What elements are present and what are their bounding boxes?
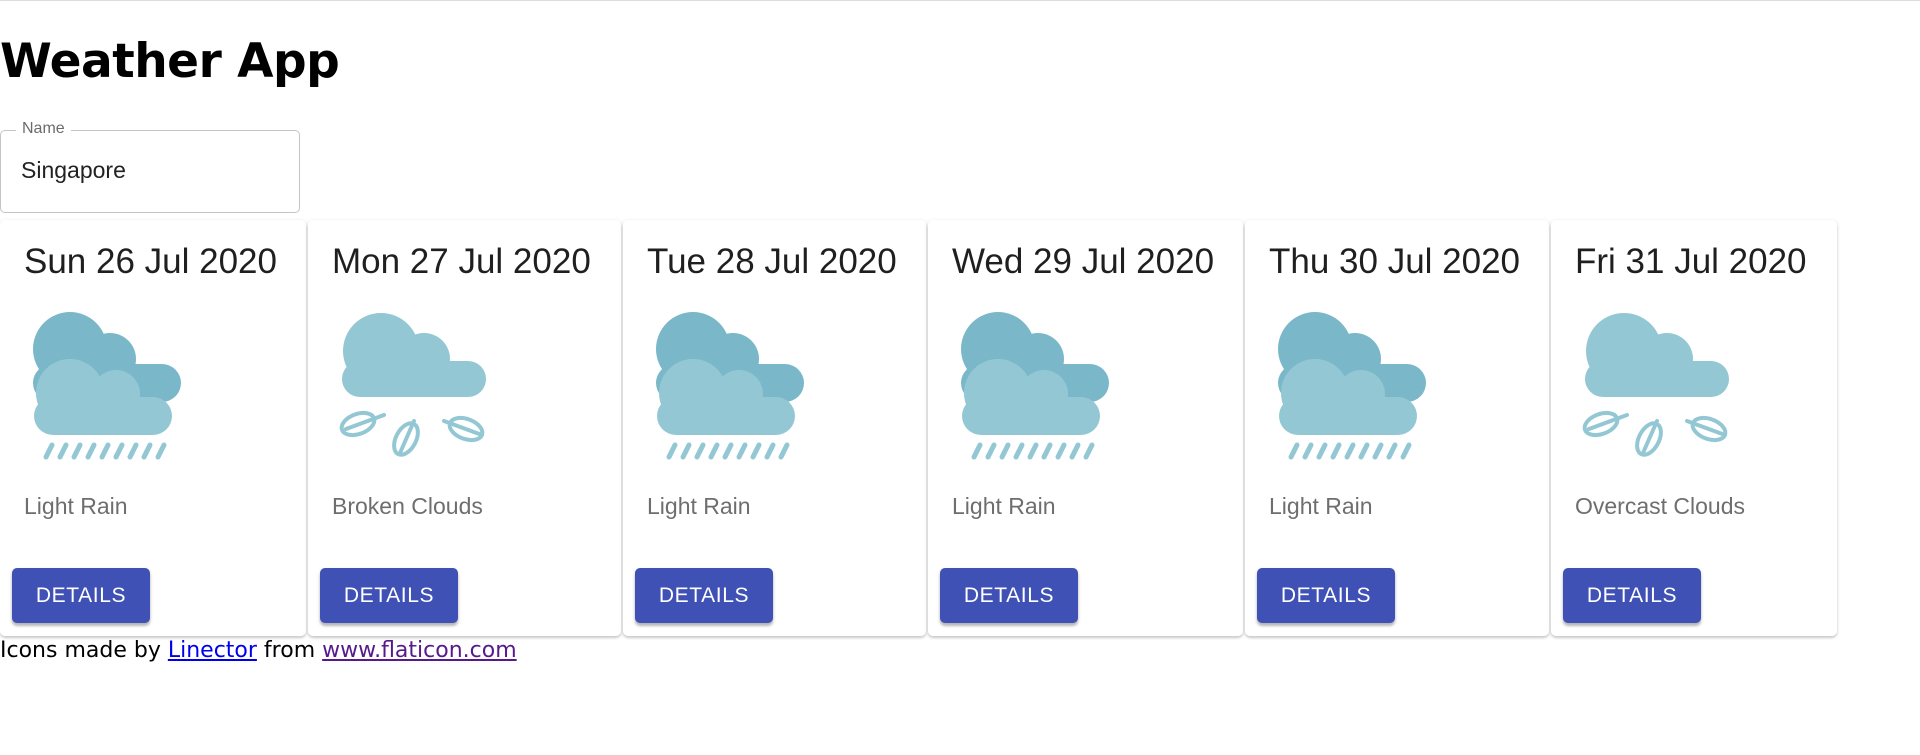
forecast-date: Mon 27 Jul 2020 (332, 242, 591, 281)
icon-attribution: Icons made by Linector from www.flaticon… (0, 638, 517, 663)
rain-cloud-icon (33, 312, 181, 460)
details-button[interactable]: DETAILS (1257, 568, 1395, 623)
page-title: Weather App (0, 34, 340, 89)
city-name-label: Name (16, 120, 71, 138)
flaticon-link[interactable]: www.flaticon.com (322, 638, 517, 663)
forecast-description: Light Rain (1269, 493, 1373, 519)
wind-cloud-icon (339, 313, 486, 457)
forecast-description: Broken Clouds (332, 493, 483, 519)
forecast-description: Light Rain (647, 493, 751, 519)
forecast-card: Sun 26 Jul 2020 Light Rain DETAILS (0, 220, 306, 636)
forecast-date: Thu 30 Jul 2020 (1269, 242, 1521, 281)
attribution-prefix: Icons made by (0, 638, 161, 663)
forecast-cards: Sun 26 Jul 2020 Light Rain DETAILS Mon 2… (0, 220, 1839, 636)
details-button[interactable]: DETAILS (940, 568, 1078, 623)
forecast-description: Light Rain (952, 493, 1056, 519)
details-button[interactable]: DETAILS (635, 568, 773, 623)
forecast-date: Fri 31 Jul 2020 (1575, 242, 1807, 281)
forecast-description: Light Rain (24, 493, 128, 519)
attribution-middle: from (263, 638, 316, 663)
details-button[interactable]: DETAILS (320, 568, 458, 623)
forecast-card: Wed 29 Jul 2020 Light Rain DETAILS (928, 220, 1243, 636)
forecast-card: Thu 30 Jul 2020 Light Rain DETAILS (1245, 220, 1549, 636)
city-name-input[interactable] (21, 157, 281, 184)
city-name-field[interactable]: Name (0, 120, 300, 213)
rain-cloud-icon (961, 312, 1109, 460)
top-divider (0, 0, 1920, 1)
forecast-date: Tue 28 Jul 2020 (647, 242, 897, 281)
forecast-description: Overcast Clouds (1575, 493, 1746, 519)
rain-cloud-icon (1278, 312, 1426, 460)
forecast-card: Mon 27 Jul 2020 Broken Clouds DETAILS (308, 220, 621, 636)
details-button[interactable]: DETAILS (1563, 568, 1701, 623)
author-link[interactable]: Linector (168, 638, 257, 663)
wind-cloud-icon (1582, 313, 1729, 457)
forecast-date: Wed 29 Jul 2020 (952, 242, 1215, 281)
forecast-card: Tue 28 Jul 2020 Light Rain DETAILS (623, 220, 926, 636)
forecast-date: Sun 26 Jul 2020 (24, 242, 277, 281)
details-button[interactable]: DETAILS (12, 568, 150, 623)
rain-cloud-icon (656, 312, 804, 460)
forecast-card: Fri 31 Jul 2020 Overcast Clouds DETAILS (1551, 220, 1837, 636)
